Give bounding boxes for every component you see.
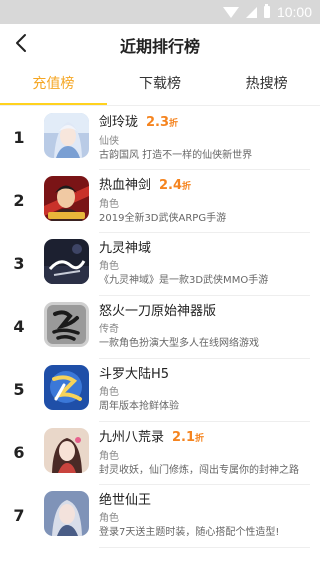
game-category: 传奇	[99, 324, 119, 335]
list-item[interactable]: 6 九州八荒录 2.1折 角色 封灵收妖，仙门修炼，闯出专属你的封神之路	[0, 422, 320, 485]
nu-calligraphy-icon	[44, 302, 89, 347]
rank-number: 1	[13, 128, 25, 147]
fairy-woman-icon	[44, 113, 89, 158]
jiuling-logo-icon	[44, 239, 89, 284]
rank-number: 5	[13, 380, 25, 399]
douluo-logo-icon	[44, 365, 89, 410]
anime-girl-icon	[44, 428, 89, 473]
list-item[interactable]: 4 怒火一刀原始神器版 传奇 一款角色扮演大型多人在线网络游戏	[0, 296, 320, 359]
rank-number: 7	[13, 506, 25, 525]
tab-download[interactable]: 下载榜	[107, 64, 214, 106]
tab-bar: 充值榜 下载榜 热搜榜	[0, 64, 320, 106]
game-category: 角色	[99, 513, 119, 524]
list-item[interactable]: 5 斗罗大陆H5 角色 周年版本抢鲜体验	[0, 359, 320, 422]
game-title: 斗罗大陆H5	[99, 367, 170, 382]
status-icons: 10:00	[222, 4, 312, 20]
game-description: 封灵收妖，仙门修炼，闯出专属你的封神之路	[99, 465, 299, 476]
game-title: 九灵神域	[99, 241, 152, 256]
game-title: 九州八荒录	[99, 430, 165, 445]
game-name: 九灵神域	[99, 240, 309, 258]
list-item[interactable]: 1 剑玲珑 2.3折 仙侠 古韵国风 打造不一样的仙侠新世界	[0, 107, 320, 170]
rank-number: 4	[13, 317, 25, 336]
game-name: 绝世仙王	[99, 492, 309, 510]
game-description: 一款角色扮演大型多人在线网络游戏	[99, 338, 259, 349]
game-description: 2019全新3D武侠ARPG手游	[99, 213, 227, 224]
page-title: 近期排行榜	[119, 37, 200, 56]
swordsman-icon	[44, 176, 89, 221]
discount-badge: 2.4折	[159, 178, 192, 193]
game-title: 绝世仙王	[99, 493, 152, 508]
game-category: 角色	[99, 387, 119, 398]
status-time: 10:00	[276, 4, 312, 20]
discount-badge: 2.1折	[172, 430, 205, 445]
game-name: 剑玲珑 2.3折	[99, 114, 309, 133]
tab-divider	[0, 105, 320, 106]
game-description: 《九灵神域》是一款3D武侠MMO手游	[99, 275, 269, 286]
battery-icon	[263, 4, 270, 18]
status-bar: 10:00	[0, 0, 320, 24]
game-name: 九州八荒录 2.1折	[99, 429, 309, 448]
list-item[interactable]: 3 九灵神域 角色 《九灵神域》是一款3D武侠MMO手游	[0, 233, 320, 296]
wifi-icon	[222, 7, 239, 18]
game-title: 剑玲珑	[99, 115, 139, 130]
game-name: 怒火一刀原始神器版	[99, 303, 309, 321]
row-divider	[99, 547, 310, 548]
list-item[interactable]: 7 绝世仙王 角色 登录7天送主题时装，随心搭配个性造型!	[0, 485, 320, 548]
header: 近期排行榜	[0, 24, 320, 64]
game-category: 角色	[99, 261, 119, 272]
game-title: 怒火一刀原始神器版	[99, 304, 217, 319]
game-name: 热血神剑 2.4折	[99, 177, 309, 196]
signal-icon	[245, 6, 257, 18]
rank-number: 6	[13, 443, 25, 462]
rank-number: 3	[13, 254, 25, 273]
rank-number: 2	[13, 191, 25, 210]
ranking-list: 1 剑玲珑 2.3折 仙侠 古韵国风 打造不一样的仙侠新世界 2 热血神剑 2.…	[0, 107, 320, 548]
game-category: 仙侠	[99, 136, 119, 147]
discount-badge: 2.3折	[146, 115, 179, 130]
game-title: 热血神剑	[99, 178, 152, 193]
game-name: 斗罗大陆H5	[99, 366, 309, 384]
silver-hair-woman-icon	[44, 491, 89, 536]
list-item[interactable]: 2 热血神剑 2.4折 角色 2019全新3D武侠ARPG手游	[0, 170, 320, 233]
game-description: 登录7天送主题时装，随心搭配个性造型!	[99, 527, 280, 538]
game-category: 角色	[99, 451, 119, 462]
tab-recharge[interactable]: 充值榜	[0, 64, 107, 106]
game-description: 周年版本抢鲜体验	[99, 401, 179, 412]
tab-hot-search[interactable]: 热搜榜	[213, 64, 320, 106]
game-description: 古韵国风 打造不一样的仙侠新世界	[99, 150, 253, 161]
game-category: 角色	[99, 199, 119, 210]
